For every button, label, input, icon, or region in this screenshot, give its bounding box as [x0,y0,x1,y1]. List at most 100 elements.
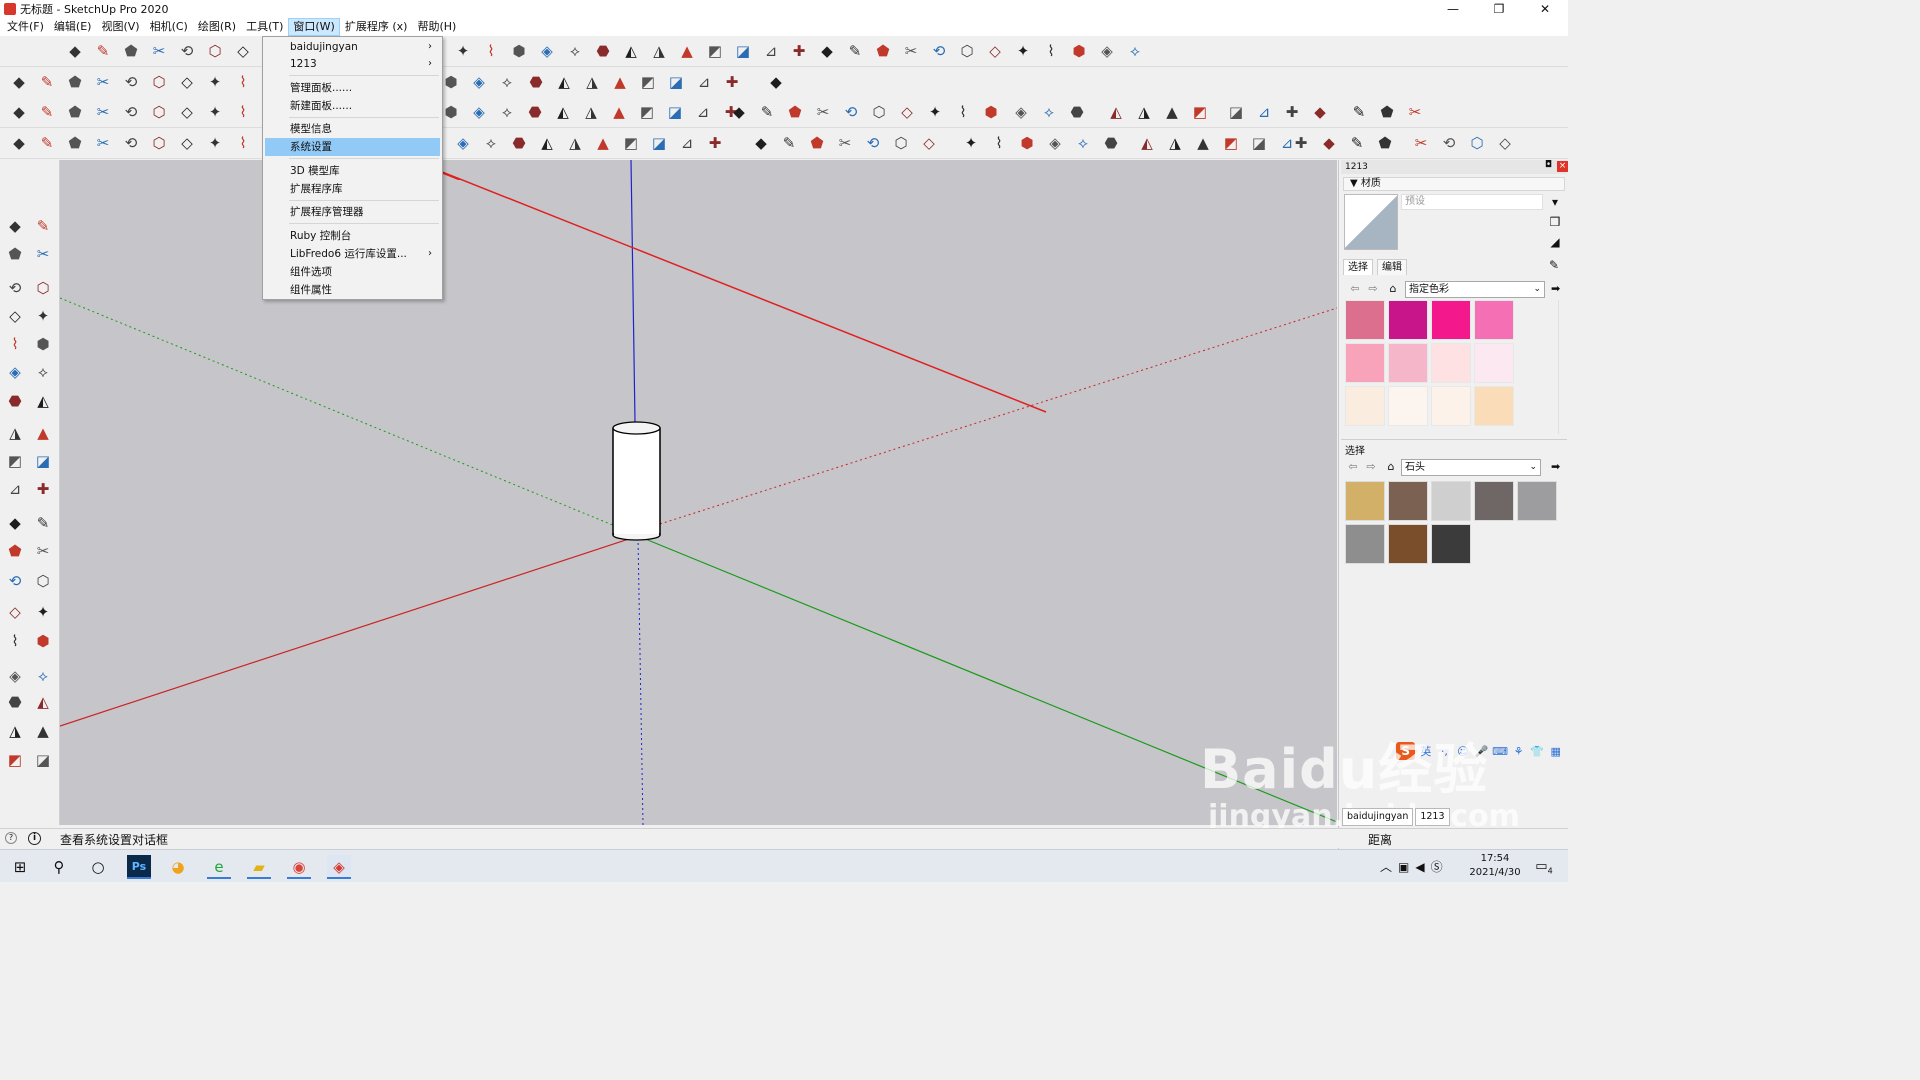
toolbar-tool-icon[interactable]: ⌇ [232,101,254,123]
ime-mode-icon[interactable]: 英 [1417,743,1434,759]
browser-360-icon[interactable]: e [207,855,231,879]
menu-file[interactable]: 文件(F) [2,18,49,36]
left-tool-icon[interactable]: ⟡ [32,665,54,687]
geolocation-icon[interactable]: ? [5,832,17,844]
toolbar-tool-icon[interactable]: ✚ [721,71,743,93]
toolbar-tool-icon[interactable]: ◮ [581,71,603,93]
color-swatch[interactable] [1431,343,1471,383]
toolbar-tool-icon[interactable]: ◩ [620,132,642,154]
toolbar-tool-icon[interactable]: ◈ [468,101,490,123]
toolbar-tool-icon[interactable]: ◮ [1164,132,1186,154]
toolbar-tool-icon[interactable]: ⬡ [148,132,170,154]
left-tool-icon[interactable]: ✎ [32,512,54,534]
toolbar-tool-icon[interactable]: ◭ [553,71,575,93]
media-player-icon[interactable]: ◕ [166,855,190,879]
toolbar-tool-icon[interactable]: ✎ [844,40,866,62]
toolbar-tool-icon[interactable]: ▲ [609,71,631,93]
toolbar-tool-icon[interactable]: ✚ [1290,132,1312,154]
window-menu-item-model-info[interactable]: 模型信息 [265,120,440,138]
toolbar-tool-icon[interactable]: ◮ [648,40,670,62]
toolbar-tool-icon[interactable]: ⟲ [862,132,884,154]
window-menu-item-preferences[interactable]: 系统设置 [265,138,440,156]
toolbar-tool-icon[interactable]: ◮ [1133,101,1155,123]
search-icon[interactable]: ⚲ [47,855,71,879]
toolbar-tool-icon[interactable]: ✦ [924,101,946,123]
left-tool-icon[interactable]: ⊿ [4,478,26,500]
toolbar-tool-icon[interactable]: ⬡ [204,40,226,62]
left-tool-icon[interactable]: ◩ [4,749,26,771]
window-menu-item-component-options[interactable]: 组件选项 [265,263,440,281]
toolbar-tool-icon[interactable]: ◈ [1010,101,1032,123]
left-tool-icon[interactable]: ◈ [4,665,26,687]
toolbar-tool-icon[interactable]: ⬡ [956,40,978,62]
ime-menu-icon[interactable]: ▦ [1547,745,1564,758]
menu-view[interactable]: 视图(V) [96,18,144,36]
left-tool-icon[interactable]: ⌇ [4,630,26,652]
toolbar-tool-icon[interactable]: ⟡ [1124,40,1146,62]
color-swatch[interactable] [1474,300,1514,340]
toolbar-tool-icon[interactable]: ◆ [728,101,750,123]
toolbar-tool-icon[interactable]: ⟲ [120,132,142,154]
toolbar-tool-icon[interactable]: ◆ [750,132,772,154]
maximize-button[interactable]: ❐ [1476,0,1522,18]
toolbar-tool-icon[interactable]: ⌇ [232,71,254,93]
toolbar-tool-icon[interactable]: ◪ [1248,132,1270,154]
sketchup-taskbar-icon[interactable]: ◈ [327,855,351,879]
toolbar-tool-icon[interactable]: ✦ [1012,40,1034,62]
left-tool-icon[interactable]: ◇ [4,305,26,327]
toolbar-tool-icon[interactable]: ⟲ [120,101,142,123]
toolbar-tool-icon[interactable]: ◇ [176,101,198,123]
left-tool-icon[interactable]: ⬣ [4,691,26,713]
toolbar-tool-icon[interactable]: ⬟ [64,71,86,93]
left-tool-icon[interactable]: ⬟ [4,243,26,265]
texture-swatch[interactable] [1431,481,1471,521]
sogou-ime-logo[interactable]: S [1396,742,1416,760]
toolbar-tool-icon[interactable]: ✎ [92,40,114,62]
toolbar-tool-icon[interactable]: ◇ [984,40,1006,62]
toolbar-tool-icon[interactable]: ◇ [918,132,940,154]
left-tool-icon[interactable]: ◩ [4,450,26,472]
toolbar-tool-icon[interactable]: ⟡ [496,71,518,93]
toolbar-tool-icon[interactable]: ⬟ [64,132,86,154]
toolbar-tool-icon[interactable]: ⬢ [440,71,462,93]
toolbar-tool-icon[interactable]: ⬢ [1068,40,1090,62]
left-tool-icon[interactable]: ⟲ [4,570,26,592]
toolbar-tool-icon[interactable]: ✎ [778,132,800,154]
tray-tab-baidujingyan[interactable]: baidujingyan [1342,808,1414,826]
window-menu-item-libfredo6[interactable]: LibFredo6 运行库设置... › [265,245,440,263]
toolbar-tool-icon[interactable]: ◪ [664,101,686,123]
left-tool-icon[interactable]: ✦ [32,305,54,327]
toolbar-tool-icon[interactable]: ✂ [812,101,834,123]
toolbar-tool-icon[interactable]: ◈ [536,40,558,62]
photoshop-icon[interactable]: Ps [127,855,151,879]
forward-arrow-icon[interactable]: ⇨ [1363,459,1379,475]
minimize-button[interactable]: — [1430,0,1476,18]
color-swatch[interactable] [1431,300,1471,340]
toolbar-tool-icon[interactable]: ⬢ [508,40,530,62]
toolbar-tool-icon[interactable]: ◩ [637,71,659,93]
texture-swatch[interactable] [1517,481,1557,521]
back-arrow-icon[interactable]: ⇦ [1345,459,1361,475]
toolbar-tool-icon[interactable]: ⌇ [1040,40,1062,62]
left-tool-icon[interactable]: ◪ [32,450,54,472]
toolbar-tool-icon[interactable]: ⌇ [232,132,254,154]
ime-punct-icon[interactable]: ·, [1436,745,1453,758]
menu-edit[interactable]: 编辑(E) [49,18,97,36]
texture-swatch[interactable] [1431,524,1471,564]
chrome-icon[interactable]: ◉ [287,855,311,879]
toolbar-tool-icon[interactable]: ✂ [92,71,114,93]
toolbar-tool-icon[interactable]: ⬟ [64,101,86,123]
toolbar-tool-icon[interactable]: ◮ [580,101,602,123]
toolbar-tool-icon[interactable]: ⌇ [952,101,974,123]
menu-draw[interactable]: 绘图(R) [193,18,241,36]
toolbar-tool-icon[interactable]: ✦ [204,71,226,93]
toolbar-tool-icon[interactable]: ⟡ [564,40,586,62]
color-swatch[interactable] [1474,386,1514,426]
details-arrow-icon[interactable]: ➡ [1551,281,1565,297]
toolbar-tool-icon[interactable]: ⌇ [480,40,502,62]
toolbar-tool-icon[interactable]: ◆ [816,40,838,62]
toolbar-tool-icon[interactable]: ⬡ [148,71,170,93]
left-tool-icon[interactable]: ▲ [32,720,54,742]
ime-emoji-icon[interactable]: ☺ [1455,745,1472,758]
toolbar-tool-icon[interactable]: ◇ [176,132,198,154]
